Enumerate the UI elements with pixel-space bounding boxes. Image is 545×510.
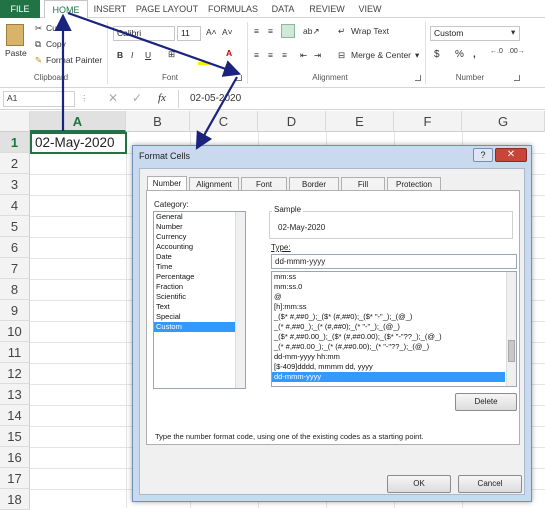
arrow-to-dialog (195, 76, 238, 150)
arrow-to-launcher (67, 11, 242, 77)
annotation-arrows (54, 11, 242, 150)
